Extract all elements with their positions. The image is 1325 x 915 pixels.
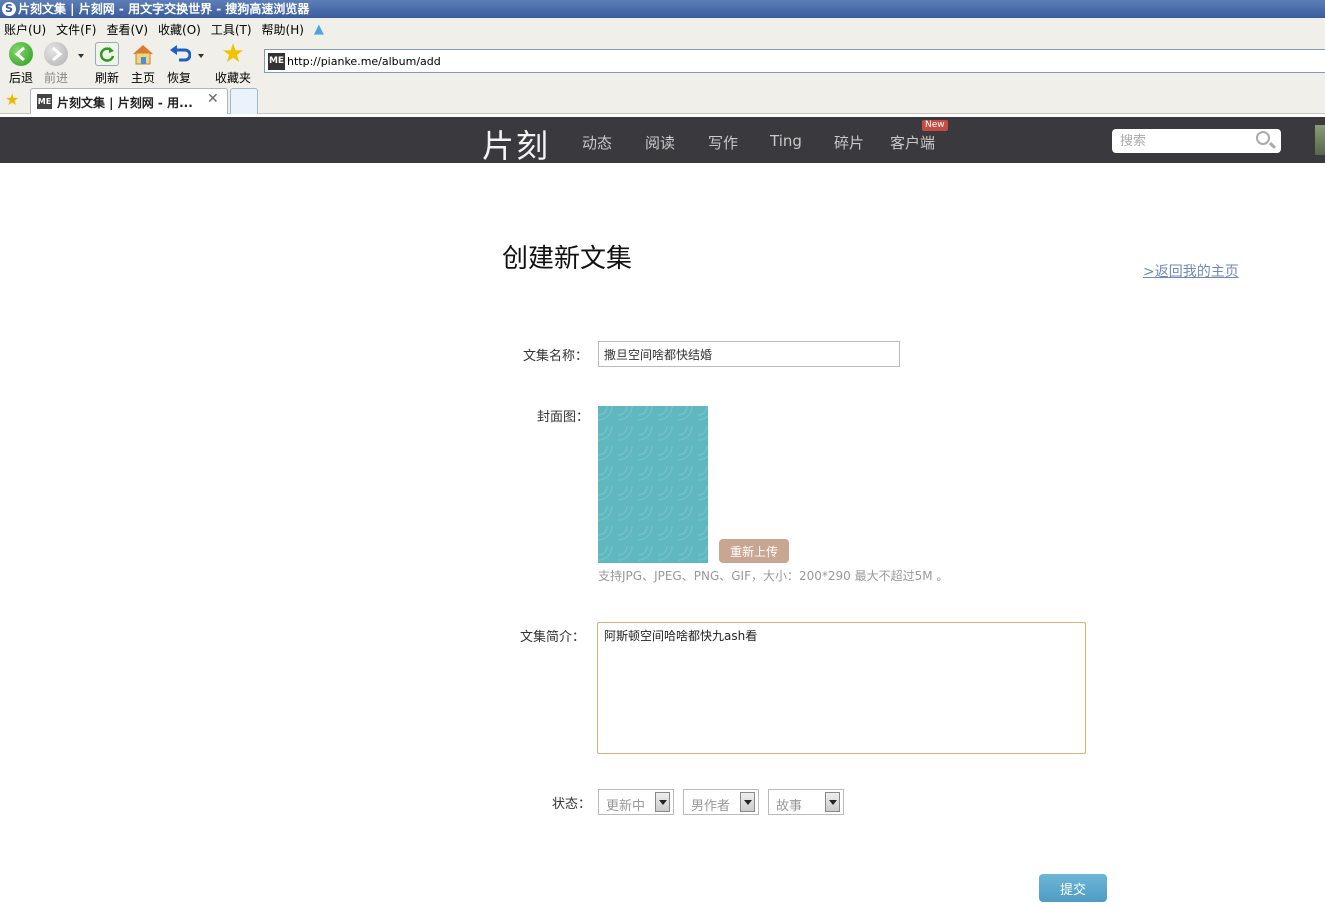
nav-write[interactable]: 写作: [708, 132, 738, 153]
forward-button[interactable]: 前进: [37, 42, 75, 86]
refresh-button[interactable]: 刷新: [88, 42, 126, 86]
favorites-button[interactable]: ★ 收藏夹: [214, 39, 252, 86]
site-logo[interactable]: 片刻: [482, 121, 550, 167]
album-name-input[interactable]: [598, 341, 900, 367]
reupload-button[interactable]: 重新上传: [719, 539, 789, 563]
undo-icon: [167, 42, 191, 66]
tab-favicon: ME: [37, 94, 52, 109]
intro-label: 文集简介：: [520, 630, 586, 645]
cover-label: 封面图：: [537, 410, 590, 425]
menu-bar: 账户(U) 文件(F) 查看(V) 收藏(O) 工具(T) 帮助(H) ▲: [0, 18, 1325, 40]
back-to-home-link[interactable]: >返回我的主页: [1143, 261, 1239, 281]
address-bar: ME: [264, 49, 1325, 73]
type-select-value: 故事: [776, 799, 803, 814]
chevron-down-icon[interactable]: [825, 792, 840, 812]
nav-read[interactable]: 阅读: [645, 132, 675, 153]
forward-label: 前进: [43, 71, 68, 85]
back-label: 后退: [8, 71, 33, 85]
home-label: 主页: [130, 71, 155, 85]
tshirt-icon[interactable]: ▲: [314, 22, 324, 37]
status-select[interactable]: 更新中: [598, 789, 674, 815]
close-tab-icon[interactable]: ✕: [207, 91, 219, 107]
submit-button[interactable]: 提交: [1039, 874, 1107, 902]
name-label: 文集名称：: [523, 349, 589, 364]
menu-favorites[interactable]: 收藏(O): [158, 21, 201, 38]
restore-button[interactable]: 恢复: [160, 42, 198, 86]
menu-help[interactable]: 帮助(H): [262, 21, 304, 38]
restore-label: 恢复: [166, 71, 191, 85]
avatar[interactable]: [1315, 125, 1325, 155]
back-button[interactable]: 后退: [2, 42, 40, 86]
favorites-star-icon[interactable]: ★: [5, 90, 19, 109]
star-icon: ★: [221, 39, 245, 69]
author-select-value: 男作者: [691, 799, 731, 814]
menu-account[interactable]: 账户(U): [4, 21, 46, 38]
tab-bar: ★ ME 片刻文集 | 片刻网 - 用... ✕: [0, 86, 1325, 114]
favorites-label: 收藏夹: [214, 71, 251, 85]
nav-fragments[interactable]: 碎片: [834, 132, 864, 153]
author-select[interactable]: 男作者: [683, 789, 759, 815]
site-favicon: ME: [268, 53, 285, 70]
browser-logo-icon: S: [2, 2, 16, 16]
search-input[interactable]: [1120, 132, 1250, 150]
window-title-bar: S 片刻文集 | 片刻网 - 用文字交换世界 - 搜狗高速浏览器: [0, 0, 1325, 18]
page-title: 创建新文集: [502, 244, 633, 274]
forward-arrow-icon: [44, 42, 68, 66]
menu-tools[interactable]: 工具(T): [211, 21, 252, 38]
forward-dropdown-icon[interactable]: [78, 54, 84, 58]
nav-feed[interactable]: 动态: [582, 132, 612, 153]
refresh-icon: [95, 42, 119, 66]
home-button[interactable]: 主页: [124, 42, 162, 86]
chevron-down-icon[interactable]: [740, 792, 755, 812]
browser-tab[interactable]: ME 片刻文集 | 片刻网 - 用... ✕: [30, 88, 228, 114]
search-icon[interactable]: [1256, 131, 1270, 145]
back-arrow-icon: [9, 42, 33, 66]
refresh-label: 刷新: [94, 71, 119, 85]
new-tab-button[interactable]: [230, 88, 258, 114]
cover-image: [598, 406, 708, 563]
restore-dropdown-icon[interactable]: [198, 54, 204, 58]
window-title: 片刻文集 | 片刻网 - 用文字交换世界 - 搜狗高速浏览器: [18, 2, 310, 16]
album-intro-textarea[interactable]: 阿斯顿空间哈啥都快九ash看: [597, 622, 1086, 754]
cover-hint: 支持JPG、JPEG、PNG、GIF，大小：200*290 最大不超过5M 。: [598, 569, 949, 583]
site-nav-bar: 片刻 动态 阅读 写作 Ting 碎片 客户端 New: [0, 117, 1325, 165]
new-badge: New: [922, 120, 948, 131]
menu-file[interactable]: 文件(F): [56, 21, 96, 38]
nav-client[interactable]: 客户端: [890, 132, 935, 153]
tab-title: 片刻文集 | 片刻网 - 用...: [57, 96, 193, 110]
chevron-down-icon[interactable]: [655, 792, 670, 812]
status-label: 状态：: [552, 797, 592, 812]
type-select[interactable]: 故事: [768, 789, 844, 815]
home-icon: [131, 42, 155, 66]
nav-ting[interactable]: Ting: [770, 132, 802, 150]
url-input[interactable]: [287, 52, 1287, 70]
status-select-value: 更新中: [606, 799, 646, 814]
site-search: [1112, 129, 1281, 153]
menu-view[interactable]: 查看(V): [106, 21, 148, 38]
